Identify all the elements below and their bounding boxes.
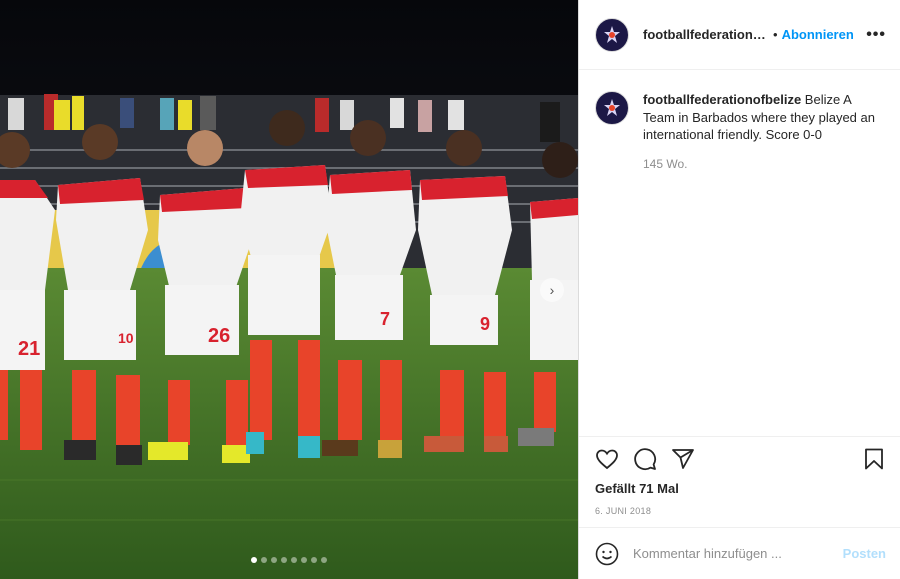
comment-form: Kommentar hinzufügen ... Posten (579, 527, 900, 579)
chevron-right-icon: › (549, 282, 555, 298)
jersey-number: 26 (208, 325, 230, 347)
bookmark-icon[interactable] (862, 447, 886, 471)
team-lineup-photo: 21 10 26 7 9 (0, 0, 578, 579)
comment-icon[interactable] (633, 447, 657, 471)
post-sidebar: footballfederationofbelize • Abonnieren … (578, 0, 900, 579)
likes-count[interactable]: Gefällt 71 Mal (595, 481, 886, 496)
avatar[interactable] (595, 17, 629, 52)
carousel-dot (261, 557, 267, 563)
post-caption: footballfederationofbelize Belize A Team… (595, 91, 884, 173)
jersey-number: 7 (380, 309, 390, 329)
follow-button[interactable]: Abonnieren (782, 27, 854, 42)
post-date[interactable]: 6. JUNI 2018 (595, 506, 886, 516)
caption-age[interactable]: 145 Wo. (643, 156, 884, 174)
post-actions: Gefällt 71 Mal 6. JUNI 2018 (579, 436, 900, 516)
federation-logo-icon (604, 25, 620, 43)
jersey-number: 21 (18, 338, 40, 360)
carousel-dot (301, 557, 307, 563)
caption-username[interactable]: footballfederationofbelize (643, 92, 801, 107)
emoji-icon[interactable] (595, 542, 619, 566)
header-username[interactable]: footballfederationofbelize (643, 27, 769, 42)
comment-input[interactable]: Kommentar hinzufügen ... (633, 546, 782, 561)
caption-body: footballfederationofbelize Belize A Team… (643, 91, 884, 173)
post-comment-button[interactable]: Posten (843, 546, 886, 561)
header-separator: • (773, 27, 778, 42)
carousel-dot (291, 557, 297, 563)
avatar[interactable] (595, 91, 629, 125)
post-header: footballfederationofbelize • Abonnieren … (579, 0, 900, 70)
carousel-dot (281, 557, 287, 563)
post-photo[interactable]: 21 10 26 7 9 › (0, 0, 578, 579)
action-icons (595, 447, 886, 471)
jersey-number: 9 (480, 314, 490, 334)
more-icon[interactable]: ••• (866, 26, 886, 44)
jersey-number: 10 (118, 330, 134, 346)
carousel-next-button[interactable]: › (540, 278, 564, 302)
carousel-dot (271, 557, 277, 563)
carousel-indicator (0, 557, 578, 563)
carousel-dot (321, 557, 327, 563)
carousel-dot (311, 557, 317, 563)
share-icon[interactable] (671, 447, 695, 471)
carousel-dot (251, 557, 257, 563)
federation-logo-icon (604, 99, 620, 116)
heart-icon[interactable] (595, 447, 619, 471)
